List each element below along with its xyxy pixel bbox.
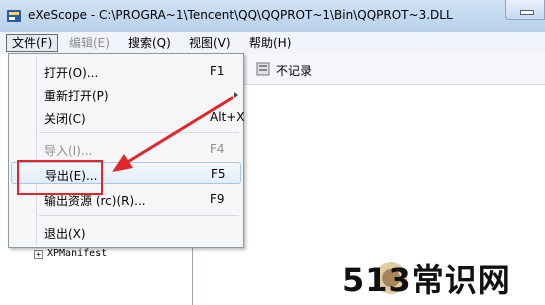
watermark-text: 513常识网 xyxy=(342,261,511,299)
